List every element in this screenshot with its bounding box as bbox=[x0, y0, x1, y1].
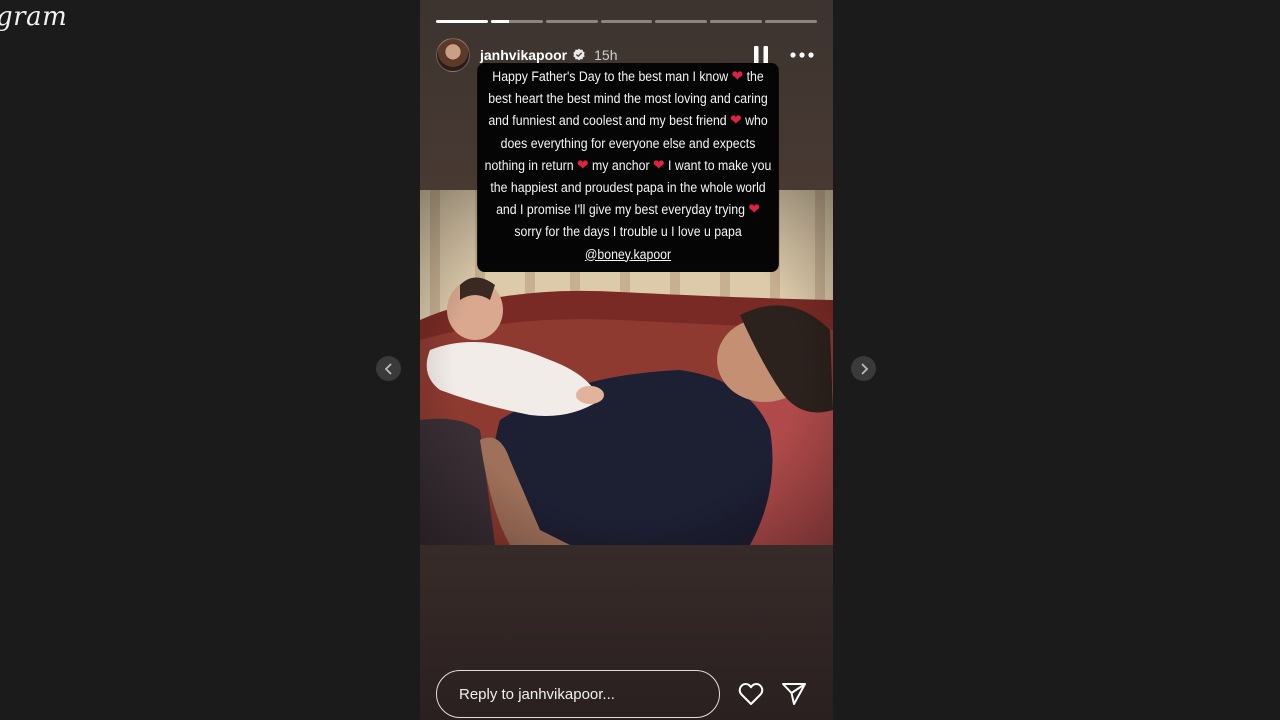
heart-emoji: ❤ bbox=[731, 68, 744, 85]
heart-emoji: ❤ bbox=[577, 156, 589, 174]
heart-emoji: ❤ bbox=[652, 156, 665, 174]
heart-emoji: ❤ bbox=[748, 201, 760, 219]
progress-segment bbox=[765, 20, 818, 23]
next-story-button[interactable] bbox=[851, 356, 876, 381]
like-button[interactable] bbox=[736, 680, 766, 708]
progress-segment bbox=[436, 20, 488, 23]
instagram-logo[interactable]: gram bbox=[0, 2, 67, 32]
caption-text: Happy Father's Day to the best man I kno… bbox=[477, 63, 779, 272]
story-text-caption: Happy Father's Day to the best man I kno… bbox=[464, 63, 792, 272]
progress-segment bbox=[600, 20, 653, 23]
progress-fill bbox=[436, 20, 488, 23]
chevron-right-icon bbox=[860, 362, 868, 375]
send-icon bbox=[782, 683, 806, 705]
heart-icon bbox=[738, 683, 764, 705]
mention-link[interactable]: @boney.kapoor bbox=[585, 247, 671, 262]
progress-segment bbox=[545, 20, 598, 23]
progress-fill bbox=[490, 20, 509, 23]
username[interactable]: janhvikapoor bbox=[480, 47, 567, 63]
timestamp: 15h bbox=[594, 47, 618, 63]
story-viewer[interactable]: janhvikapoor 15h Happy Father's Day to t… bbox=[420, 0, 833, 720]
pause-icon bbox=[754, 46, 768, 64]
progress-segment bbox=[490, 20, 543, 23]
verified-badge-icon bbox=[573, 48, 585, 61]
more-icon bbox=[790, 52, 814, 58]
caption-segment: Happy Father's Day to the best man I kno… bbox=[492, 69, 732, 84]
heart-emoji: ❤ bbox=[730, 112, 742, 130]
chevron-left-icon bbox=[384, 362, 392, 375]
previous-story-button[interactable] bbox=[376, 356, 401, 381]
share-button[interactable] bbox=[780, 680, 808, 708]
reply-field-container[interactable] bbox=[436, 670, 720, 718]
story-progress-bar bbox=[436, 20, 818, 23]
caption-segment: my anchor bbox=[588, 157, 653, 173]
caption-segment: sorry for the days I trouble u I love u … bbox=[514, 224, 742, 240]
progress-segment bbox=[655, 20, 708, 23]
progress-segment bbox=[710, 20, 763, 23]
reply-input[interactable] bbox=[459, 685, 699, 703]
more-options-button[interactable] bbox=[789, 43, 815, 67]
